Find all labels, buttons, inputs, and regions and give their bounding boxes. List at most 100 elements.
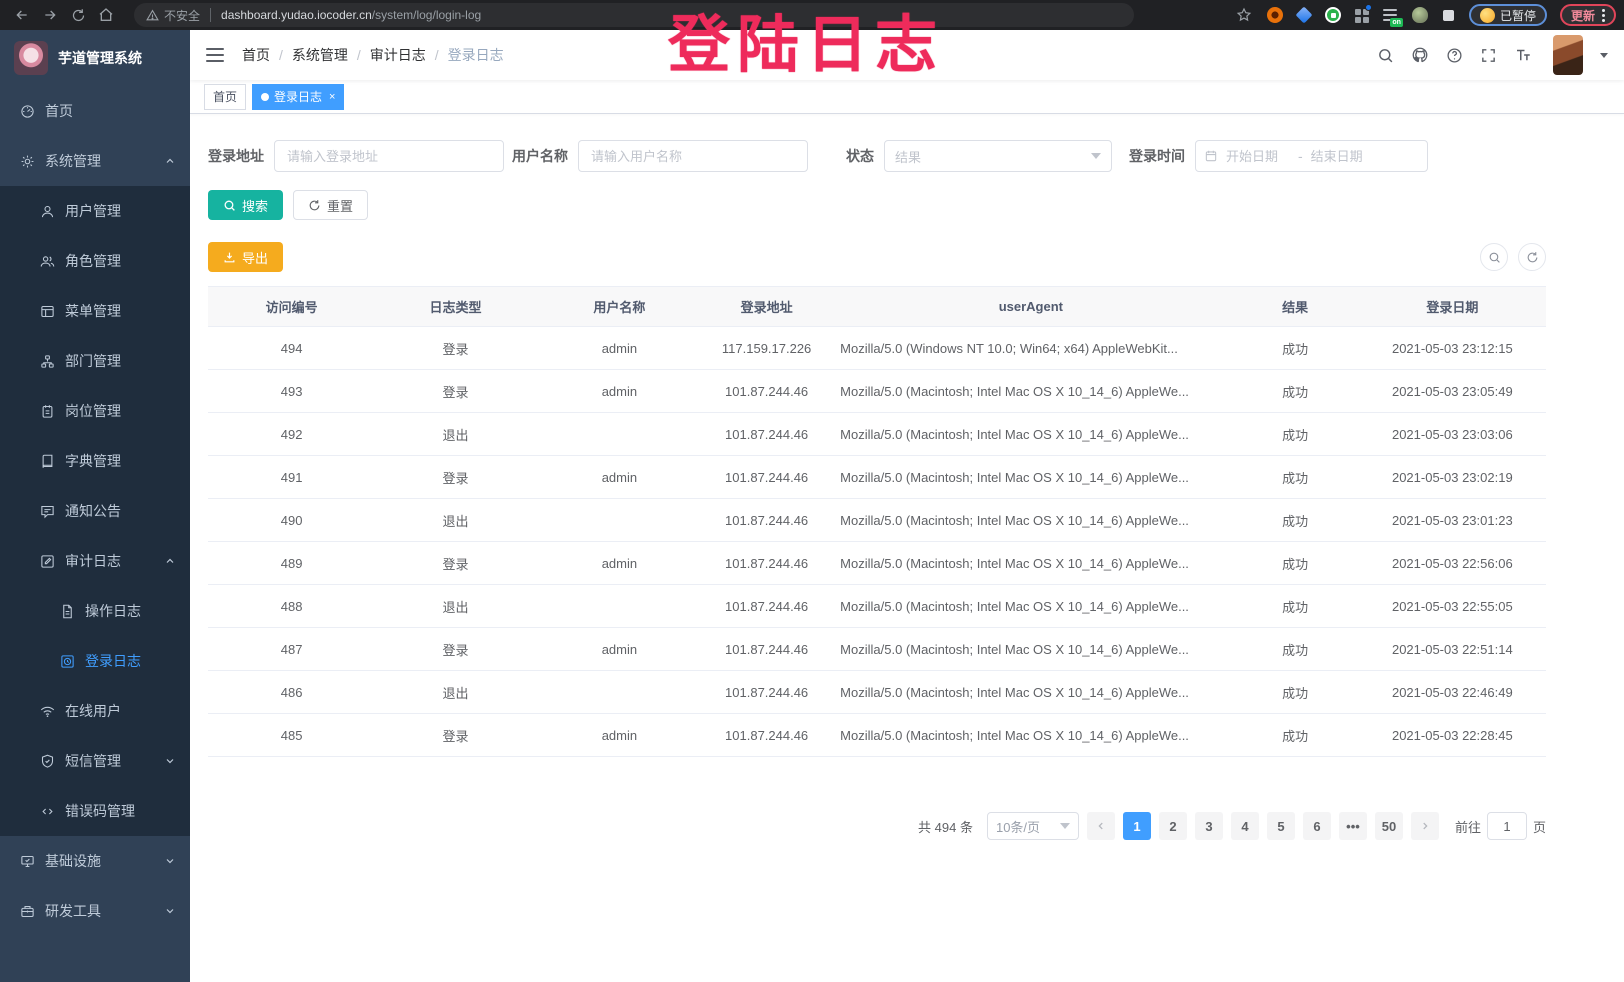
sidebar-item-label: 基础设施 [45, 851, 101, 871]
browser-extension-icon[interactable] [1325, 7, 1341, 23]
refresh-icon [1526, 251, 1539, 264]
login-log-table: 访问编号日志类型用户名称登录地址userAgent结果登录日期 494登录adm… [208, 286, 1546, 757]
address-bar[interactable]: 不安全 dashboard.yudao.iocoder.cn/system/lo… [134, 3, 1134, 27]
breadcrumb-item[interactable]: 系统管理 [292, 45, 348, 65]
sidebar-item-post[interactable]: 岗位管理 [0, 386, 190, 436]
pagination: 共 494 条 10条/页 123456•••50 前往 页 [208, 812, 1546, 840]
page-button-6[interactable]: 6 [1303, 812, 1331, 840]
toggle-search-button[interactable] [1480, 243, 1508, 271]
sidebar-item-user[interactable]: 用户管理 [0, 186, 190, 236]
bubble-icon [40, 504, 55, 519]
sidebar-item-dept[interactable]: 部门管理 [0, 336, 190, 386]
page-button-3[interactable]: 3 [1195, 812, 1223, 840]
start-date-input[interactable] [1224, 148, 1292, 165]
edit-square-icon [40, 554, 55, 569]
chevron-right-icon [1420, 821, 1430, 831]
table-cell: 2021-05-03 22:56:06 [1359, 542, 1546, 585]
close-icon[interactable]: × [329, 91, 335, 103]
table-cell: 489 [208, 542, 375, 585]
table-toolbar: 导出 [208, 242, 1546, 272]
table-cell: 成功 [1232, 499, 1359, 542]
hamburger-icon[interactable] [206, 48, 224, 62]
browser-extension-icon[interactable] [1412, 7, 1428, 23]
profile-sync-paused-chip[interactable]: 已暂停 [1469, 4, 1547, 26]
user-avatar[interactable] [1553, 35, 1583, 75]
sidebar-item-system[interactable]: 系统管理 [0, 136, 190, 186]
table-cell: Mozilla/5.0 (Macintosh; Intel Mac OS X 1… [830, 628, 1231, 671]
table-cell: 2021-05-03 23:03:06 [1359, 413, 1546, 456]
sidebar-item-home[interactable]: 首页 [0, 86, 190, 136]
browser-update-button[interactable]: 更新 [1560, 4, 1616, 26]
sidebar-item-infra[interactable]: 基础设施 [0, 836, 190, 886]
login-address-input[interactable] [274, 140, 504, 172]
sidebar-item-label: 通知公告 [65, 501, 121, 521]
tab-登录日志[interactable]: 登录日志× [252, 84, 344, 110]
browser-extension-icon[interactable] [1296, 7, 1312, 23]
table-cell: 退出 [375, 499, 536, 542]
page-button-5[interactable]: 5 [1267, 812, 1295, 840]
reload-icon[interactable] [64, 3, 92, 27]
tab-首页[interactable]: 首页 [204, 84, 246, 110]
login-address-label: 登录地址 [208, 146, 264, 166]
page-button-1[interactable]: 1 [1123, 812, 1151, 840]
status-select[interactable]: 结果 [884, 140, 1112, 172]
sidebar-item-sms[interactable]: 短信管理 [0, 736, 190, 786]
breadcrumb-item[interactable]: 审计日志 [370, 45, 426, 65]
sidebar-item-dict[interactable]: 字典管理 [0, 436, 190, 486]
github-icon[interactable] [1411, 46, 1429, 64]
end-date-input[interactable] [1309, 148, 1377, 165]
next-page-button[interactable] [1411, 812, 1439, 840]
sidebar-item-online-user[interactable]: 在线用户 [0, 686, 190, 736]
table-cell: 登录 [375, 714, 536, 757]
back-icon[interactable] [8, 3, 36, 27]
sidebar-item-error-code[interactable]: 错误码管理 [0, 786, 190, 836]
browser-menu-icon[interactable] [1600, 9, 1605, 22]
font-size-icon[interactable] [1514, 46, 1532, 64]
security-chip[interactable]: 不安全 [146, 7, 200, 24]
chevron-down-icon[interactable] [1600, 53, 1608, 58]
sidebar-item-operate-log[interactable]: 操作日志 [0, 586, 190, 636]
sidebar-item-role[interactable]: 角色管理 [0, 236, 190, 286]
page-button-4[interactable]: 4 [1231, 812, 1259, 840]
table-cell: Mozilla/5.0 (Macintosh; Intel Mac OS X 1… [830, 370, 1231, 413]
sidebar-item-audit-log[interactable]: 审计日志 [0, 536, 190, 586]
clock-square-icon [60, 654, 75, 669]
help-icon[interactable] [1446, 47, 1463, 64]
refresh-button[interactable] [1518, 243, 1546, 271]
sidebar-item-label: 首页 [45, 101, 73, 121]
bookmark-star-icon[interactable] [1230, 3, 1258, 27]
sidebar-item-dev-tool[interactable]: 研发工具 [0, 886, 190, 936]
sidebar-item-login-log[interactable]: 登录日志 [0, 636, 190, 686]
toolbox-icon [20, 904, 35, 919]
search-icon[interactable] [1377, 47, 1394, 64]
browser-extension-icon[interactable] [1354, 7, 1370, 23]
reset-button[interactable]: 重置 [293, 190, 368, 220]
prev-page-button[interactable] [1087, 812, 1115, 840]
page-button-50[interactable]: 50 [1375, 812, 1403, 840]
monitor-check-icon [20, 854, 35, 869]
table-row: 494登录admin117.159.17.226Mozilla/5.0 (Win… [208, 327, 1546, 370]
search-button[interactable]: 搜索 [208, 190, 283, 220]
sidebar-item-menu[interactable]: 菜单管理 [0, 286, 190, 336]
forward-icon[interactable] [36, 3, 64, 27]
breadcrumb-item[interactable]: 首页 [242, 45, 270, 65]
page-button-2[interactable]: 2 [1159, 812, 1187, 840]
sidebar-item-notice[interactable]: 通知公告 [0, 486, 190, 536]
login-time-range-picker[interactable]: - [1195, 140, 1428, 172]
export-button[interactable]: 导出 [208, 242, 283, 272]
org-tree-icon [40, 354, 55, 369]
extensions-puzzle-icon[interactable] [1443, 10, 1454, 21]
table-cell: 101.87.244.46 [703, 370, 830, 413]
page-size-select[interactable]: 10条/页 [987, 812, 1079, 840]
home-icon[interactable] [92, 3, 120, 27]
table-cell: Mozilla/5.0 (Macintosh; Intel Mac OS X 1… [830, 542, 1231, 585]
browser-extension-icon[interactable] [1267, 7, 1283, 23]
goto-page-input[interactable] [1487, 812, 1527, 840]
browser-extension-icon[interactable]: on [1383, 7, 1399, 23]
username-input[interactable] [578, 140, 808, 172]
book-icon [40, 454, 55, 469]
page-ellipsis[interactable]: ••• [1339, 812, 1367, 840]
wifi-icon [40, 704, 55, 719]
profile-avatar-emoji [1480, 8, 1495, 23]
fullscreen-icon[interactable] [1480, 47, 1497, 64]
